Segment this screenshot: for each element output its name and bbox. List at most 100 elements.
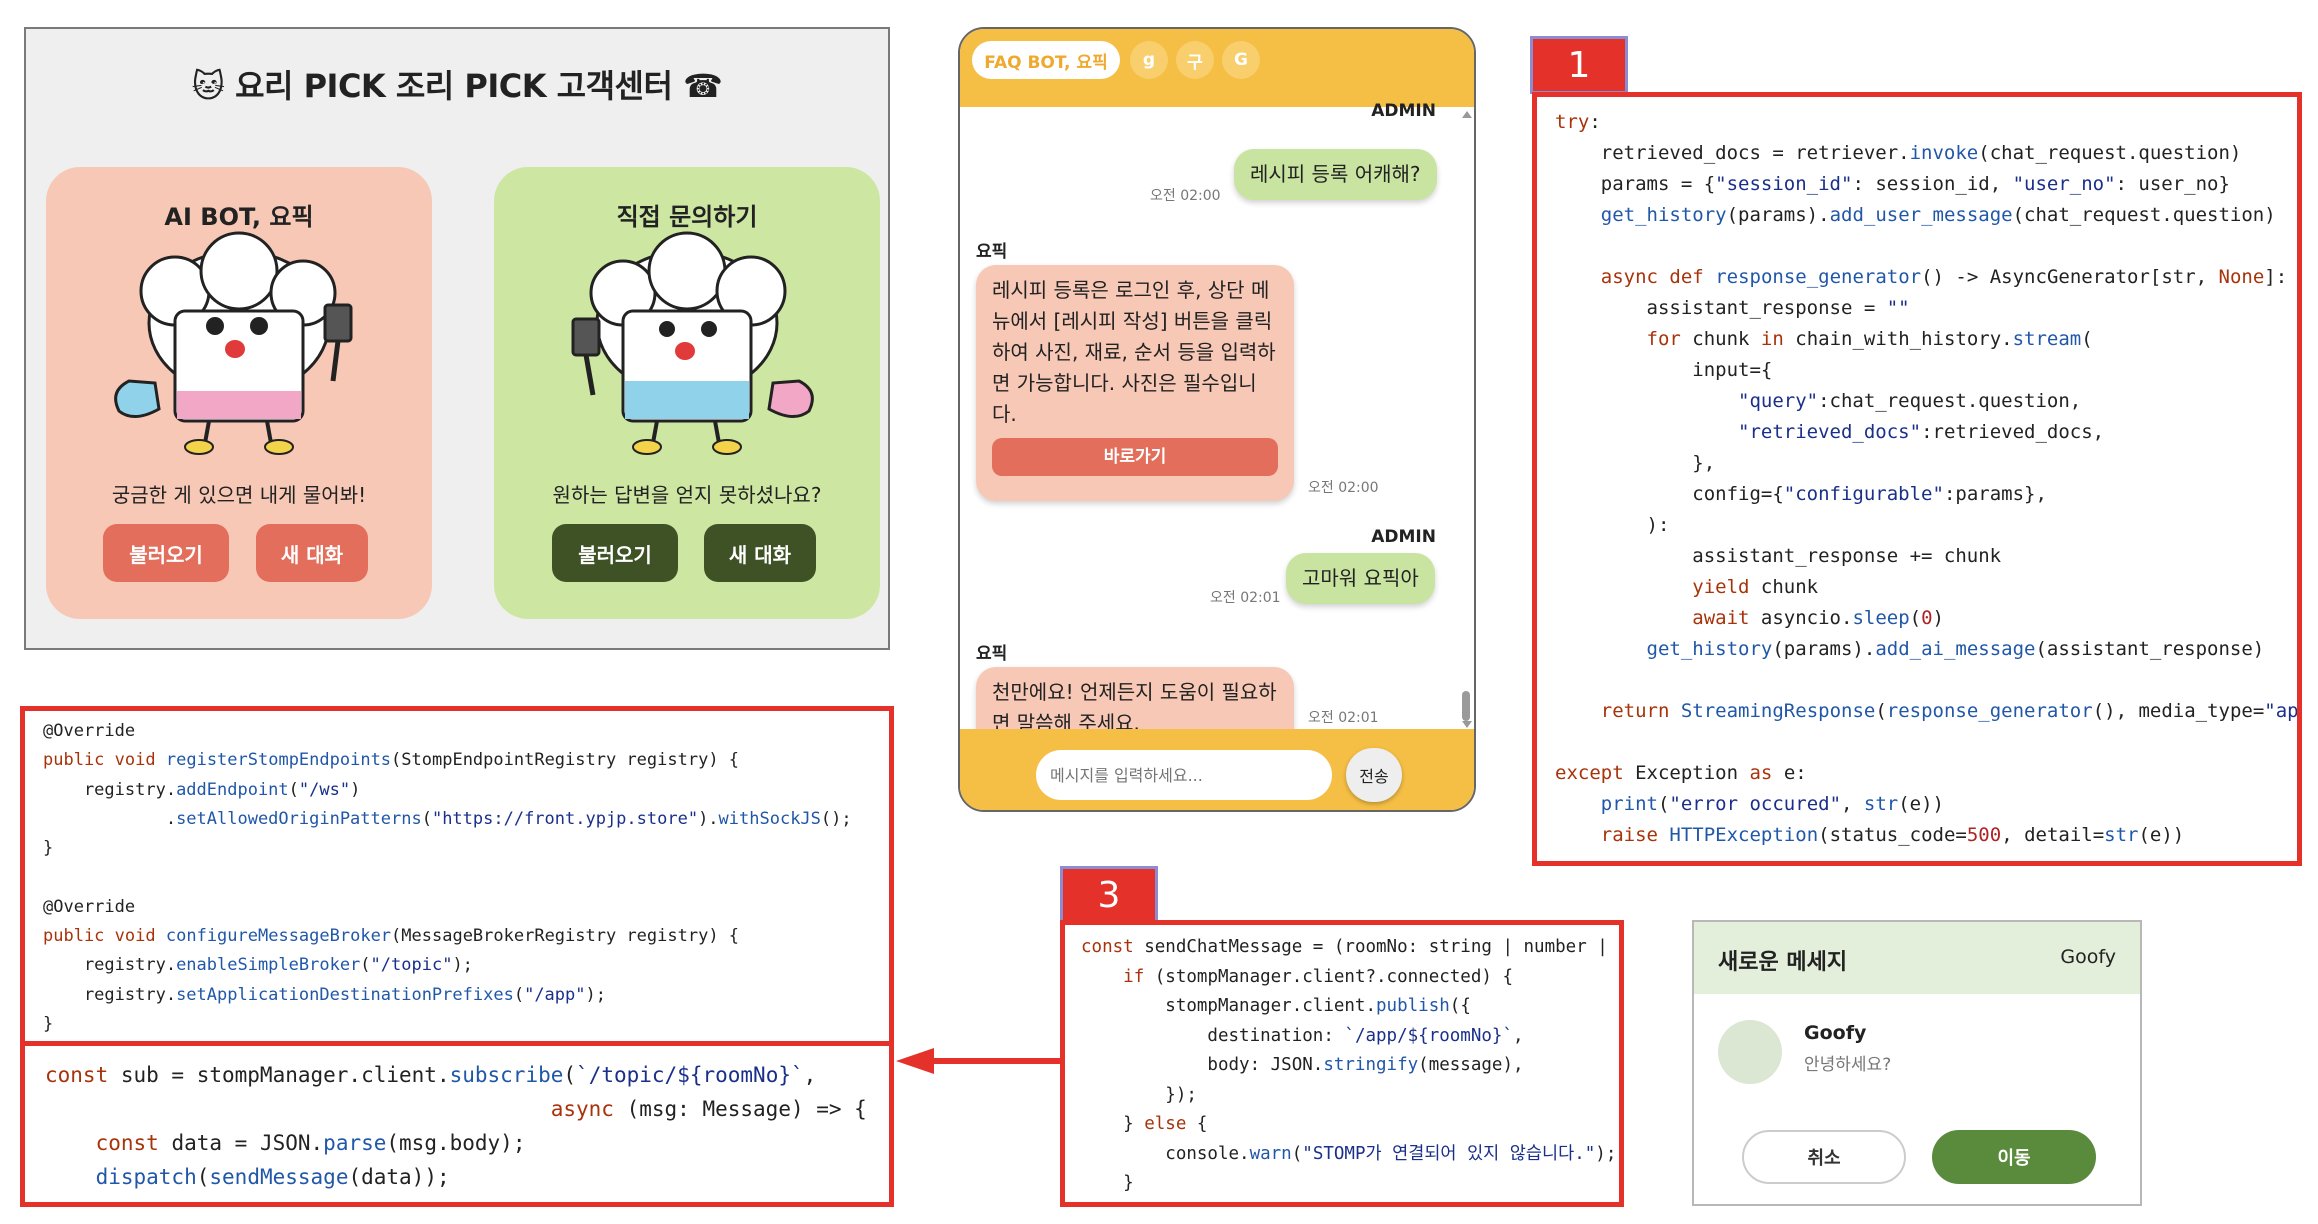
- direct-inquiry-card: 직접 문의하기 원하는 답변을 얻지 못하셨나요? 불러오기 새 대화: [494, 167, 880, 619]
- code-line: const data = JSON.parse(msg.body);: [95, 1131, 526, 1155]
- code-line: },: [1555, 452, 1716, 474]
- code-line: retrieved_docs = retriever.invoke(chat_r…: [1555, 142, 2242, 164]
- code-line: assistant_response = "": [1555, 297, 1910, 319]
- code-line: } else {: [1081, 1114, 1208, 1134]
- message-sender: 요픽: [976, 242, 1008, 262]
- dialog-sender-label: Goofy: [2060, 946, 2116, 968]
- code-line: return StreamingResponse(response_genera…: [1600, 700, 2299, 722]
- scroll-thumb[interactable]: [1462, 691, 1470, 721]
- bubble-line: 하여 사진, 재료, 순서 등을 입력하: [992, 340, 1276, 364]
- tab-g[interactable]: g: [1130, 41, 1168, 79]
- code-line: config={"configurable":params},: [1555, 483, 2047, 505]
- code-line: public void registerStompEndpoints(Stomp…: [43, 750, 740, 771]
- tab-g-upper[interactable]: G: [1222, 41, 1260, 79]
- code-line: "retrieved_docs":retrieved_docs,: [1738, 421, 2105, 443]
- avatar: [1718, 1020, 1782, 1084]
- dialog-header: 새로운 메세지 Goofy: [1694, 922, 2140, 994]
- python-code: try: retrieved_docs = retriever.invoke(c…: [1537, 97, 2297, 851]
- message-sender: 요픽: [976, 644, 1008, 664]
- direct-card-subtitle: 원하는 답변을 얻지 못하셨나요?: [552, 483, 822, 507]
- tab-gu[interactable]: 구: [1176, 41, 1214, 79]
- callout-badge-1: 1: [1530, 36, 1628, 94]
- chef-mascot-icon: [114, 231, 353, 455]
- subscribe-code: const sub = stompManager.client.subscrib…: [25, 1046, 889, 1194]
- code-line: ):: [1555, 514, 1670, 536]
- python-code-box: try: retrieved_docs = retriever.invoke(c…: [1532, 92, 2302, 866]
- code-line: public void configureMessageBroker(Messa…: [43, 926, 740, 947]
- code-line: destination: `/app/${roomNo}`,: [1081, 1025, 1524, 1046]
- chat-scrollbar[interactable]: [1460, 107, 1472, 728]
- send-button[interactable]: 전송: [1346, 748, 1402, 802]
- code-line: try:: [1555, 111, 1601, 133]
- code-line: dispatch(sendMessage(data));: [95, 1165, 450, 1189]
- code-line: const sendChatMessage = (roomNo: string …: [1081, 937, 1608, 957]
- code-line: input={: [1555, 359, 1773, 381]
- message-preview: 안녕하세요?: [1804, 1055, 1892, 1075]
- code-line: registry.enableSimpleBroker("/topic");: [43, 955, 473, 976]
- code-line: async def response_generator() -> AsyncG…: [1600, 266, 2288, 288]
- code-line: yield chunk: [1692, 576, 1819, 598]
- code-line: }: [1081, 1173, 1134, 1193]
- message-time: 오전 02:01: [1308, 710, 1379, 726]
- ai-card-title: AI BOT, 요픽: [164, 203, 314, 231]
- callout-badge-3: 3: [1060, 866, 1158, 924]
- customer-center-panel: 🐱 요리 PICK 조리 PICK 고객센터 ☎ AI BOT, 요픽 궁금한 …: [24, 27, 890, 650]
- java-code-box: @Override public void registerStompEndpo…: [20, 706, 894, 1046]
- direct-card-title: 직접 문의하기: [616, 203, 758, 231]
- bubble-line: 레시피 등록은 로그인 후, 상단 메: [992, 278, 1270, 302]
- subscribe-code-box: const sub = stompManager.client.subscrib…: [20, 1041, 894, 1207]
- chat-bubble: 레시피 등록 어캐해?: [1234, 149, 1437, 200]
- page-title: 요리 PICK 조리 PICK 고객센터: [235, 67, 673, 105]
- message-input[interactable]: [1036, 750, 1332, 800]
- ai-card-subtitle: 궁금한 게 있으면 내게 물어봐!: [111, 483, 367, 507]
- chat-message-list[interactable]: ADMIN 오전 02:00 레시피 등록 어캐해? 요픽 레시피 등록은 로그…: [960, 101, 1474, 749]
- customer-center-title: 🐱 요리 PICK 조리 PICK 고객센터 ☎: [26, 61, 888, 107]
- phone-icon: ☎: [683, 67, 723, 105]
- code-line: registry.setApplicationDestinationPrefix…: [43, 984, 606, 1005]
- message-sender: ADMIN: [1371, 101, 1436, 121]
- code-line: .setAllowedOriginPatterns("https://front…: [43, 808, 852, 829]
- ai-load-button[interactable]: 불러오기: [103, 524, 229, 582]
- send-code-box: const sendChatMessage = (roomNo: string …: [1060, 920, 1624, 1207]
- chat-header: FAQ BOT, 요픽 g 구 G: [960, 29, 1474, 107]
- bubble-line: 천만에요! 언제든지 도움이 필요하: [992, 680, 1277, 704]
- code-line: }: [43, 838, 54, 859]
- direct-new-chat-button[interactable]: 새 대화: [704, 524, 816, 582]
- sender-name: Goofy: [1804, 1022, 1867, 1044]
- chat-bubble: 레시피 등록은 로그인 후, 상단 메 뉴에서 [레시피 작성] 버튼을 클릭 …: [976, 265, 1294, 501]
- message-time: 오전 02:00: [1308, 480, 1379, 496]
- cat-face-icon: 🐱: [191, 67, 225, 105]
- code-line: @Override: [43, 721, 136, 741]
- code-line: "query":chat_request.question,: [1738, 390, 2082, 412]
- dialog-title: 새로운 메세지: [1718, 950, 1848, 975]
- shortcut-button[interactable]: 바로가기: [992, 438, 1278, 476]
- java-code: @Override public void registerStompEndpo…: [25, 711, 889, 1039]
- direct-load-button[interactable]: 불러오기: [552, 524, 678, 582]
- code-line: const sub = stompManager.client.subscrib…: [45, 1063, 817, 1087]
- move-button[interactable]: 이동: [1932, 1130, 2096, 1184]
- chat-window: FAQ BOT, 요픽 g 구 G ADMIN 오전 02:00 레시피 등록 …: [958, 27, 1476, 812]
- scroll-up-arrow-icon[interactable]: [1462, 111, 1472, 118]
- chef-mascot-icon: [571, 231, 814, 455]
- code-line: console.warn("STOMP가 연결되어 있지 않습니다.");: [1081, 1143, 1617, 1164]
- code-line: if (stompManager.client?.connected) {: [1123, 966, 1513, 987]
- code-line: for chunk in chain_with_history.stream(: [1646, 328, 2093, 350]
- code-line: body: JSON.stringify(message),: [1081, 1055, 1524, 1075]
- chat-footer: 전송: [960, 729, 1474, 810]
- ai-new-chat-button[interactable]: 새 대화: [256, 524, 368, 582]
- code-line: print("error occured", str(e)): [1600, 793, 1944, 815]
- message-time: 오전 02:01: [1210, 590, 1281, 606]
- message-sender: ADMIN: [1371, 527, 1436, 547]
- code-line: @Override: [43, 896, 136, 917]
- bubble-line: 면 가능합니다. 사진은 필수입니: [992, 371, 1257, 395]
- tab-faq-bot[interactable]: FAQ BOT, 요픽: [972, 41, 1120, 79]
- code-line: get_history(params).add_user_message(cha…: [1600, 204, 2276, 226]
- chat-bubble: 고마워 요픽아: [1286, 553, 1435, 604]
- send-code: const sendChatMessage = (roomNo: string …: [1065, 925, 1619, 1199]
- scroll-down-arrow-icon[interactable]: [1462, 721, 1472, 728]
- bubble-line: 다.: [992, 402, 1017, 426]
- code-line: except Exception as e:: [1555, 762, 1807, 784]
- message-time: 오전 02:00: [1150, 188, 1221, 204]
- cancel-button[interactable]: 취소: [1742, 1130, 1906, 1184]
- code-line: get_history(params).add_ai_message(assis…: [1646, 638, 2265, 660]
